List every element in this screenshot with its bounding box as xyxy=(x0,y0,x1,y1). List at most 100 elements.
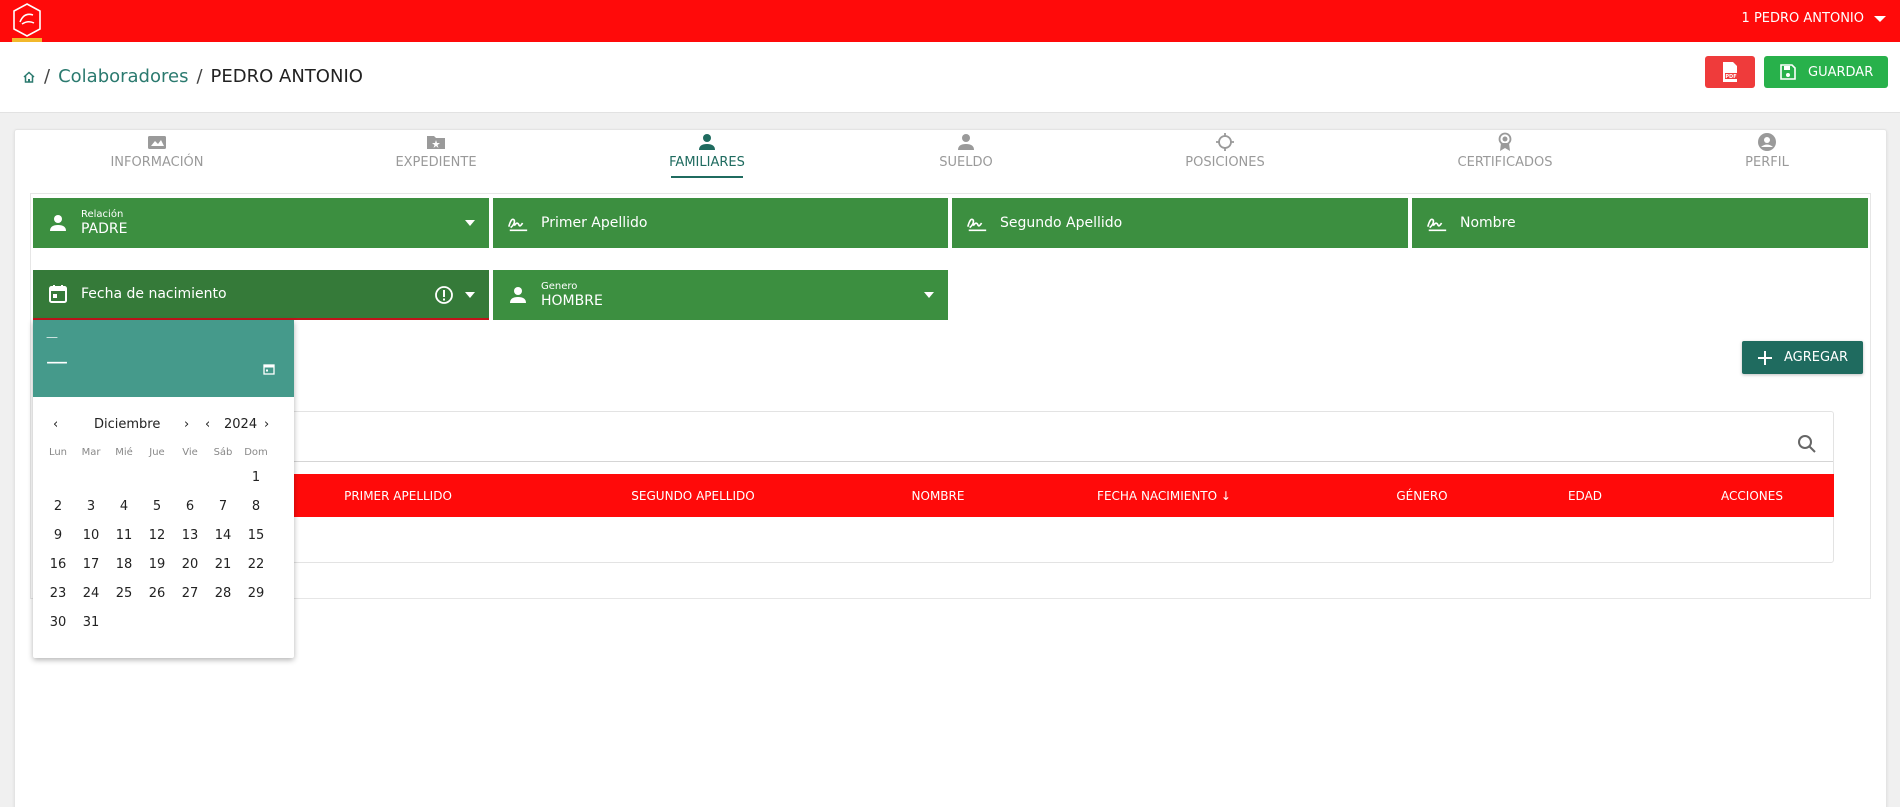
pdf-icon: PDF xyxy=(1723,62,1737,82)
selected-date: — xyxy=(46,350,68,375)
calendar-day[interactable]: 8 xyxy=(241,499,271,514)
next-year-icon[interactable]: › xyxy=(264,417,269,432)
nombre-field[interactable]: Nombre xyxy=(1412,198,1868,248)
column-edad[interactable]: EDAD xyxy=(1568,489,1602,503)
calendar-day[interactable]: 22 xyxy=(241,557,271,572)
fecha-nacimiento-field[interactable]: Fecha de nacimiento xyxy=(33,270,489,320)
home-icon[interactable] xyxy=(22,70,36,84)
crosshair-icon xyxy=(1216,133,1234,151)
calendar-day[interactable]: 27 xyxy=(175,586,205,601)
calendar-day[interactable]: 1 xyxy=(241,470,271,485)
top-bar: 1 PEDRO ANTONIO xyxy=(0,0,1900,42)
prev-month-icon[interactable]: ‹ xyxy=(53,417,58,432)
signature-icon xyxy=(967,218,987,232)
calendar-day[interactable]: 7 xyxy=(208,499,238,514)
calendar-day[interactable]: 5 xyxy=(142,499,172,514)
weekday-label: Vie xyxy=(182,447,198,458)
primer-apellido-field[interactable]: Primer Apellido xyxy=(493,198,948,248)
user-name: 1 PEDRO ANTONIO xyxy=(1741,11,1864,26)
calendar-icon[interactable] xyxy=(263,363,275,375)
calendar-day[interactable]: 2 xyxy=(43,499,73,514)
tab-perfil[interactable]: PERFIL xyxy=(1697,132,1837,182)
tab-certificados[interactable]: CERTIFICADOS xyxy=(1435,132,1575,182)
add-familiar-button[interactable]: AGREGAR xyxy=(1742,341,1863,374)
prev-year-icon[interactable]: ‹ xyxy=(205,417,210,432)
tab-sueldo[interactable]: SUELDO xyxy=(896,132,1036,182)
calendar-day[interactable]: 11 xyxy=(109,528,139,543)
calendar-day[interactable]: 14 xyxy=(208,528,238,543)
calendar-day[interactable]: 28 xyxy=(208,586,238,601)
genero-select[interactable]: Genero HOMBRE xyxy=(493,270,948,320)
add-button-label: AGREGAR xyxy=(1784,350,1848,365)
calendar-day[interactable]: 31 xyxy=(76,615,106,630)
month-label[interactable]: Diciembre xyxy=(94,417,160,432)
calendar-day[interactable]: 13 xyxy=(175,528,205,543)
column-fecha-nacimiento[interactable]: FECHA NACIMIENTO ↓ xyxy=(1097,489,1231,503)
column-acciones: ACCIONES xyxy=(1721,489,1783,503)
calendar-day[interactable]: 19 xyxy=(142,557,172,572)
tab-posiciones[interactable]: POSICIONES xyxy=(1155,132,1295,182)
active-tab-indicator xyxy=(671,176,743,178)
tab-informacion[interactable]: INFORMACIÓN xyxy=(87,132,227,182)
person-icon xyxy=(958,134,974,150)
calendar-day[interactable]: 23 xyxy=(43,586,73,601)
search-icon[interactable] xyxy=(1797,434,1817,454)
genero-label: Genero xyxy=(541,281,578,292)
calendar-day[interactable]: 10 xyxy=(76,528,106,543)
next-month-icon[interactable]: › xyxy=(184,417,189,432)
weekday-label: Lun xyxy=(48,447,68,458)
user-menu[interactable]: 1 PEDRO ANTONIO xyxy=(1742,11,1886,26)
tab-familiares[interactable]: FAMILIARES xyxy=(637,132,777,182)
folder-star-icon xyxy=(427,136,445,149)
sort-arrow-down-icon: ↓ xyxy=(1220,489,1231,503)
award-icon xyxy=(1498,132,1512,151)
save-button[interactable]: GUARDAR xyxy=(1764,56,1888,88)
calendar-day[interactable]: 17 xyxy=(76,557,106,572)
tab-expediente[interactable]: EXPEDIENTE xyxy=(366,132,506,182)
id-card-icon xyxy=(148,136,166,149)
calendar-day[interactable]: 15 xyxy=(241,528,271,543)
export-pdf-button[interactable]: PDF xyxy=(1705,56,1755,88)
calendar-day[interactable]: 21 xyxy=(208,557,238,572)
save-button-label: GUARDAR xyxy=(1808,64,1874,80)
calendar-day[interactable]: 30 xyxy=(43,615,73,630)
calendar-day[interactable]: 20 xyxy=(175,557,205,572)
relacion-value: PADRE xyxy=(81,221,128,237)
search-input[interactable] xyxy=(46,461,1833,462)
segundo-apellido-field[interactable]: Segundo Apellido xyxy=(952,198,1408,248)
weekday-label: Dom xyxy=(244,447,268,458)
calendar-day[interactable]: 6 xyxy=(175,499,205,514)
person-icon xyxy=(50,215,66,231)
calendar-day[interactable]: 26 xyxy=(142,586,172,601)
calendar-day[interactable]: 25 xyxy=(109,586,139,601)
calendar-day[interactable]: 3 xyxy=(76,499,106,514)
tab-label: PERFIL xyxy=(1745,155,1789,170)
alert-circle-icon xyxy=(435,286,453,304)
breadcrumb-separator: / xyxy=(196,66,203,87)
column-label: FECHA NACIMIENTO xyxy=(1097,489,1218,503)
selected-year: — xyxy=(46,330,58,344)
chevron-down-icon xyxy=(1874,15,1886,22)
column-genero[interactable]: GÉNERO xyxy=(1396,489,1447,503)
calendar-day[interactable]: 4 xyxy=(109,499,139,514)
calendar-day[interactable]: 12 xyxy=(142,528,172,543)
year-label[interactable]: 2024 xyxy=(224,417,257,432)
company-logo-icon[interactable] xyxy=(11,2,43,38)
weekday-label: Mar xyxy=(81,447,101,458)
calendar-day[interactable]: 16 xyxy=(43,557,73,572)
breadcrumb: / Colaboradores / PEDRO ANTONIO xyxy=(22,66,363,87)
breadcrumb-link-colaboradores[interactable]: Colaboradores xyxy=(58,66,188,87)
chevron-down-icon xyxy=(465,220,475,226)
calendar-day[interactable]: 29 xyxy=(241,586,271,601)
calendar-day[interactable]: 9 xyxy=(43,528,73,543)
relacion-select[interactable]: Relación PADRE xyxy=(33,198,489,248)
column-nombre[interactable]: NOMBRE xyxy=(912,489,965,503)
tab-label: POSICIONES xyxy=(1185,155,1265,170)
page-header: / Colaboradores / PEDRO ANTONIO PDF GUAR… xyxy=(0,42,1900,113)
calendar-day[interactable]: 24 xyxy=(76,586,106,601)
nombre-placeholder: Nombre xyxy=(1460,215,1516,231)
column-segundo-apellido[interactable]: SEGUNDO APELLIDO xyxy=(631,489,754,503)
calendar-day[interactable]: 18 xyxy=(109,557,139,572)
column-primer-apellido[interactable]: PRIMER APELLIDO xyxy=(344,489,452,503)
save-icon xyxy=(1780,64,1796,80)
